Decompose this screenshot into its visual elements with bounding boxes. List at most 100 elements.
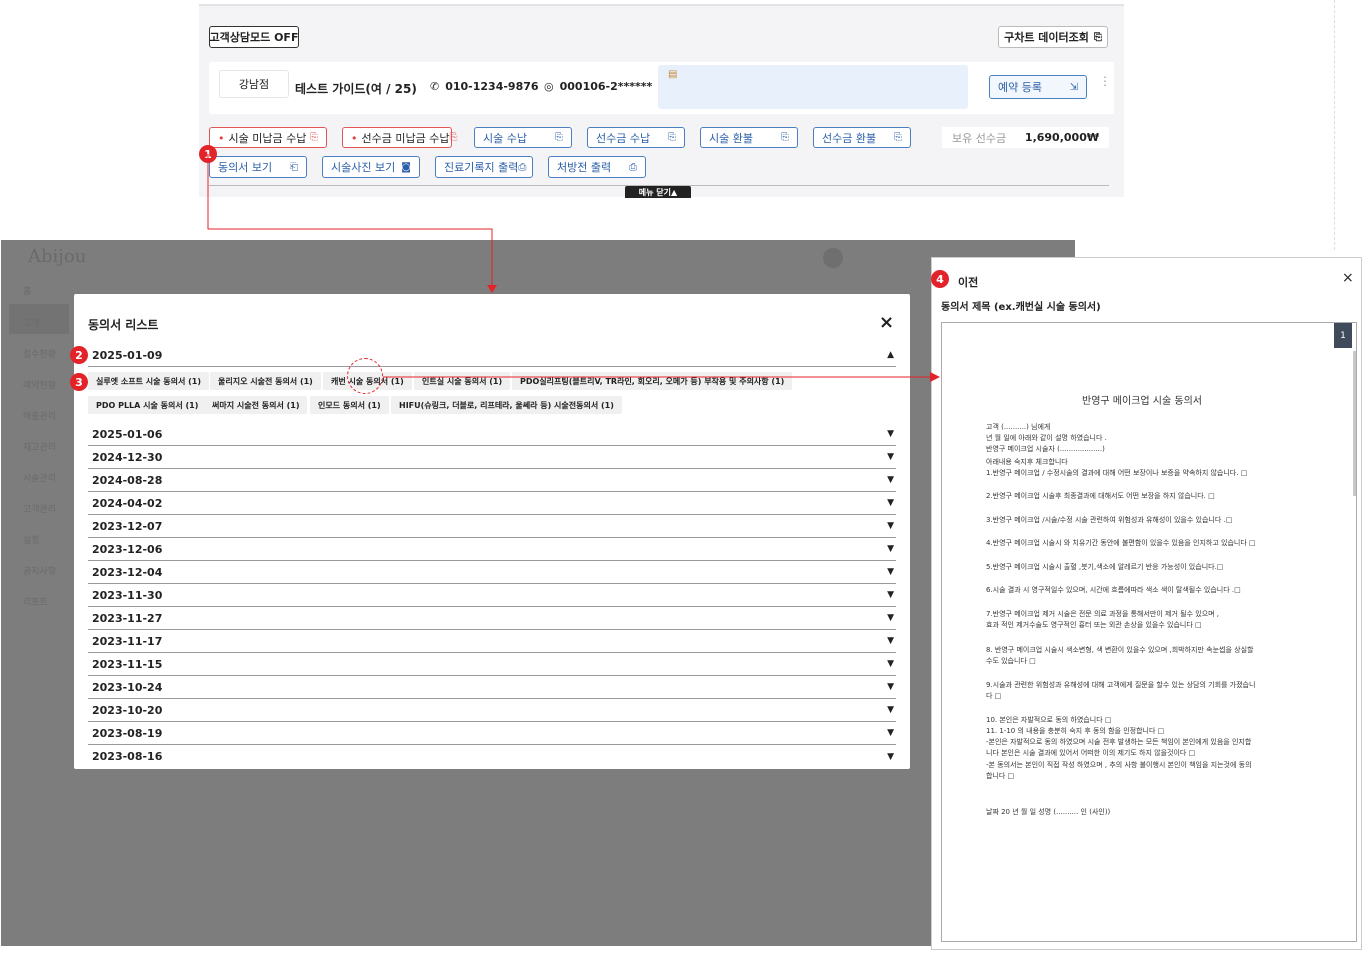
date-row[interactable]: 2023-12-04 ▼: [88, 561, 896, 584]
consent-chip[interactable]: 인모드 동의서 (1): [310, 396, 389, 414]
date-row[interactable]: 2024-04-02 ▼: [88, 492, 896, 515]
date-row[interactable]: 2023-10-24 ▼: [88, 676, 896, 699]
receipt-icon: ⎘: [894, 132, 902, 143]
nav-item: 리포트: [23, 598, 48, 608]
doc-heading: 반영구 메이크업 시술 동의서: [1082, 396, 1202, 407]
avatar: [823, 248, 843, 268]
chevron-down-icon: ▼: [887, 567, 894, 577]
prepaid-refund-label: 선수금 환불: [822, 131, 877, 145]
date-label: 2023-08-16: [92, 750, 163, 763]
consent-view-label: 동의서 보기: [218, 161, 273, 174]
consent-chip[interactable]: PDO실리프팅(블트리V, TR라인, 회오리, 오메가 등) 부작용 및 주의…: [512, 372, 793, 390]
date-label: 2024-08-28: [92, 473, 163, 487]
record-print-label: 진료기록지 출력: [444, 161, 519, 174]
consult-mode-button[interactable]: 고객상담모드 OFF: [209, 26, 299, 48]
back-button[interactable]: 이전: [958, 274, 978, 290]
date-label: 2023-11-17: [92, 634, 163, 648]
unpaid-treatment-button[interactable]: • 시술 미납금 수납 ⎘: [209, 127, 327, 148]
doc-line: 11. 1-10 의 내용을 충분히 숙지 후 동의 함을 인정합니다 □: [986, 727, 1165, 735]
prepaid-pay-button[interactable]: 선수금 수납 ⎘: [587, 127, 685, 148]
document-viewer[interactable]: 1 반영구 메이크업 시술 동의서 고객 (..........) 님에게 년 …: [941, 322, 1357, 942]
customer-name: 테스트 가이드(여 / 25): [295, 80, 417, 97]
date-label: 2024-12-30: [92, 450, 163, 464]
doc-line: 10. 본인은 자발적으로 동의 하였습니다 □: [986, 716, 1112, 724]
date-row[interactable]: 2025-01-06 ▼: [88, 423, 896, 446]
date-row[interactable]: 2023-12-07 ▼: [88, 515, 896, 538]
date-row[interactable]: 2023-08-16 ▼: [88, 745, 896, 768]
date-row[interactable]: 2023-11-17 ▼: [88, 630, 896, 653]
customer-panel: 고객상담모드 OFF 구차트 데이터조회 ⎘ 강남점 테스트 가이드(여 / 2…: [199, 4, 1124, 198]
unpaid-prepaid-button[interactable]: • 선수금 미납금 수납 ⎘: [342, 127, 457, 148]
marker-1: 1: [199, 145, 217, 163]
chevron-down-icon: ▼: [887, 751, 894, 762]
date-row[interactable]: 2023-11-27 ▼: [88, 607, 896, 630]
prepaid-refund-button[interactable]: 선수금 환불 ⎘: [813, 127, 911, 148]
old-chart-button[interactable]: 구차트 데이터조회 ⎘: [998, 26, 1108, 48]
printer-icon: ⎙: [518, 161, 527, 173]
scrollbar[interactable]: [1353, 351, 1356, 496]
doc-line: 반영구 메이크업 시술자 (...................): [986, 445, 1105, 453]
date-row[interactable]: 2023-10-20 ▼: [88, 699, 896, 722]
date-label: 2025-01-06: [92, 427, 163, 441]
memo-box[interactable]: ▤: [658, 65, 968, 109]
consent-view-button[interactable]: 동의서 보기 ⎗: [209, 156, 307, 178]
date-row[interactable]: 2023-12-06 ▼: [88, 538, 896, 561]
guide-line: [1334, 0, 1335, 250]
old-chart-label: 구차트 데이터조회: [1004, 31, 1089, 44]
consent-chip[interactable]: 써마지 시술전 동의서 (1): [204, 396, 308, 414]
chevron-down-icon: ▼: [887, 429, 894, 439]
date-row[interactable]: 2024-12-30 ▼: [88, 446, 896, 469]
branch-label: 강남점: [238, 78, 270, 91]
nav-item: 고객: [23, 319, 40, 329]
phone-field: ✆ 010-1234-9876: [430, 80, 539, 93]
consent-list-modal: 동의서 리스트 × 2025-01-09 ▲ 실루엣 소프트 시술 동의서 (1…: [74, 294, 910, 769]
chevron-down-icon: ▼: [887, 498, 894, 508]
external-icon: ⇲: [1069, 81, 1078, 93]
doc-line: 9.시술과 관련한 위험성과 유해성에 대해 고객에게 질문을 할수 있는 상담…: [986, 681, 1256, 689]
date-row[interactable]: 2023-08-19 ▼: [88, 722, 896, 745]
doc-line: -본인은 자발적으로 동의 하였으며 시술 전후 발생하는 모든 책임이 본인에…: [986, 738, 1252, 746]
chevron-down-icon: ▼: [887, 613, 894, 623]
reserve-button[interactable]: 예약 등록 ⇲: [989, 75, 1087, 99]
unpaid-treatment-label: 시술 미납금 수납: [228, 131, 307, 145]
chevron-down-icon: ▼: [887, 452, 894, 462]
treatment-refund-label: 시술 환불: [709, 131, 753, 145]
date-row[interactable]: 2023-11-15 ▼: [88, 653, 896, 676]
date-row-expanded[interactable]: 2025-01-09 ▲: [88, 344, 896, 367]
receipt-icon: ⎘: [310, 132, 318, 143]
more-icon[interactable]: ⋮: [1099, 75, 1111, 87]
date-label: 2025-01-09: [92, 348, 163, 362]
doc-line: 니다 본인은 시술 결과에 있어서 어떠한 이의 제기도 하지 않을것이다 □: [986, 749, 1196, 757]
marker-4-label: 4: [936, 272, 944, 286]
document-icon: ⎘: [1093, 31, 1102, 43]
treatment-refund-button[interactable]: 시술 환불 ⎘: [700, 127, 798, 148]
close-menu-label: 메뉴 닫기▲: [638, 187, 678, 197]
close-icon[interactable]: ×: [1342, 270, 1354, 286]
receipt-icon: ⎘: [781, 132, 789, 143]
consent-chip[interactable]: 실루엣 소프트 시술 동의서 (1): [88, 372, 209, 390]
date-row[interactable]: 2024-08-28 ▼: [88, 469, 896, 492]
consent-chip[interactable]: PDO PLLA 시술 동의서 (1): [88, 396, 207, 414]
prepaid-pay-label: 선수금 수납: [596, 131, 651, 145]
highlight-circle: [347, 358, 383, 394]
close-icon[interactable]: ×: [879, 312, 894, 333]
treatment-pay-button[interactable]: 시술 수납 ⎘: [474, 127, 572, 148]
doc-line: 수도 있습니다 □: [986, 657, 1036, 665]
close-menu-button[interactable]: 메뉴 닫기▲: [625, 186, 691, 198]
consent-chip[interactable]: HIFU(슈링크, 더블로, 리프테라, 울쎄라 등) 시술전동의서 (1): [391, 396, 622, 414]
marker-1-label: 1: [204, 147, 212, 161]
nav-item: 공지사항: [23, 567, 57, 577]
prescription-print-button[interactable]: 처방전 출력 ⎙: [548, 156, 646, 178]
date-row[interactable]: 2023-11-30 ▼: [88, 584, 896, 607]
nav-item: 접수현황: [23, 350, 57, 360]
chevron-down-icon: ▼: [887, 544, 894, 554]
consent-chip[interactable]: 인트실 시술 동의서 (1): [414, 372, 511, 390]
marker-2-label: 2: [75, 348, 83, 362]
chevron-up-icon: ▲: [887, 350, 894, 360]
nav-item: 시술관리: [23, 474, 57, 484]
camera-icon: ◙: [401, 161, 411, 173]
consent-chip[interactable]: 울리지오 시술전 동의서 (1): [210, 372, 321, 390]
photo-view-button[interactable]: 시술사진 보기 ◙: [322, 156, 420, 178]
date-label: 2023-10-20: [92, 703, 163, 717]
record-print-button[interactable]: 진료기록지 출력 ⎙: [435, 156, 533, 178]
